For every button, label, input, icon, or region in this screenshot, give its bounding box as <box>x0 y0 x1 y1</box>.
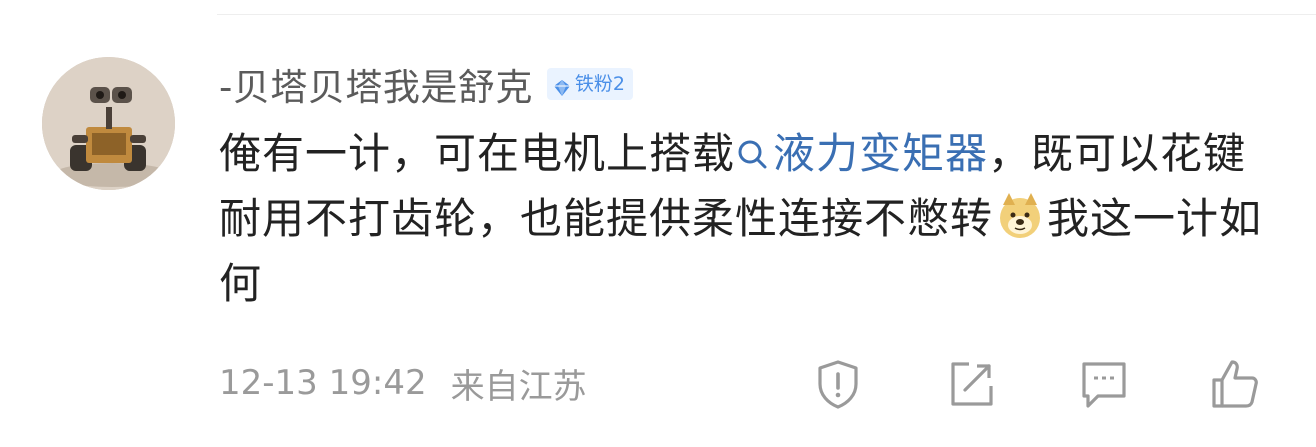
fan-badge[interactable]: 铁粉2 <box>546 68 633 100</box>
topic-label: 液力变矩器 <box>773 129 989 178</box>
doge-emoji <box>995 191 1045 241</box>
diamond-icon <box>553 75 571 96</box>
report-button[interactable] <box>810 356 866 412</box>
location-source: 来自江苏 <box>450 366 587 407</box>
username-row: -贝塔贝塔我是舒克 铁粉2 <box>219 57 633 111</box>
comment-card: -贝塔贝塔我是舒克 铁粉2 俺有一计，可在电机上搭载 液力变矩器，既可以花键耐用不… <box>0 0 1316 447</box>
comment-icon <box>1082 362 1126 408</box>
like-button[interactable] <box>1206 356 1262 412</box>
share-icon <box>951 362 993 406</box>
report-icon <box>818 360 858 409</box>
comment-text: 俺有一计，可在电机上搭载 液力变矩器，既可以花键耐用不打齿轮，也能提供柔性连接不憋… <box>219 121 1289 316</box>
comment-text-part1: 俺有一计，可在电机上搭载 <box>219 129 736 178</box>
robot-avatar-image <box>42 57 175 190</box>
like-icon <box>1212 360 1258 408</box>
username[interactable]: -贝塔贝塔我是舒克 <box>219 57 533 111</box>
avatar[interactable] <box>42 57 175 190</box>
comment-meta: 12-13 19:42 来自江苏 <box>219 358 587 408</box>
share-button[interactable] <box>943 356 999 412</box>
search-icon <box>735 124 769 169</box>
fan-badge-label: 铁粉2 <box>574 73 625 95</box>
comment-button[interactable] <box>1076 356 1132 412</box>
timestamp: 12-13 19:42 <box>219 363 427 403</box>
top-divider <box>217 14 1316 15</box>
topic-link[interactable]: 液力变矩器 <box>735 129 988 178</box>
